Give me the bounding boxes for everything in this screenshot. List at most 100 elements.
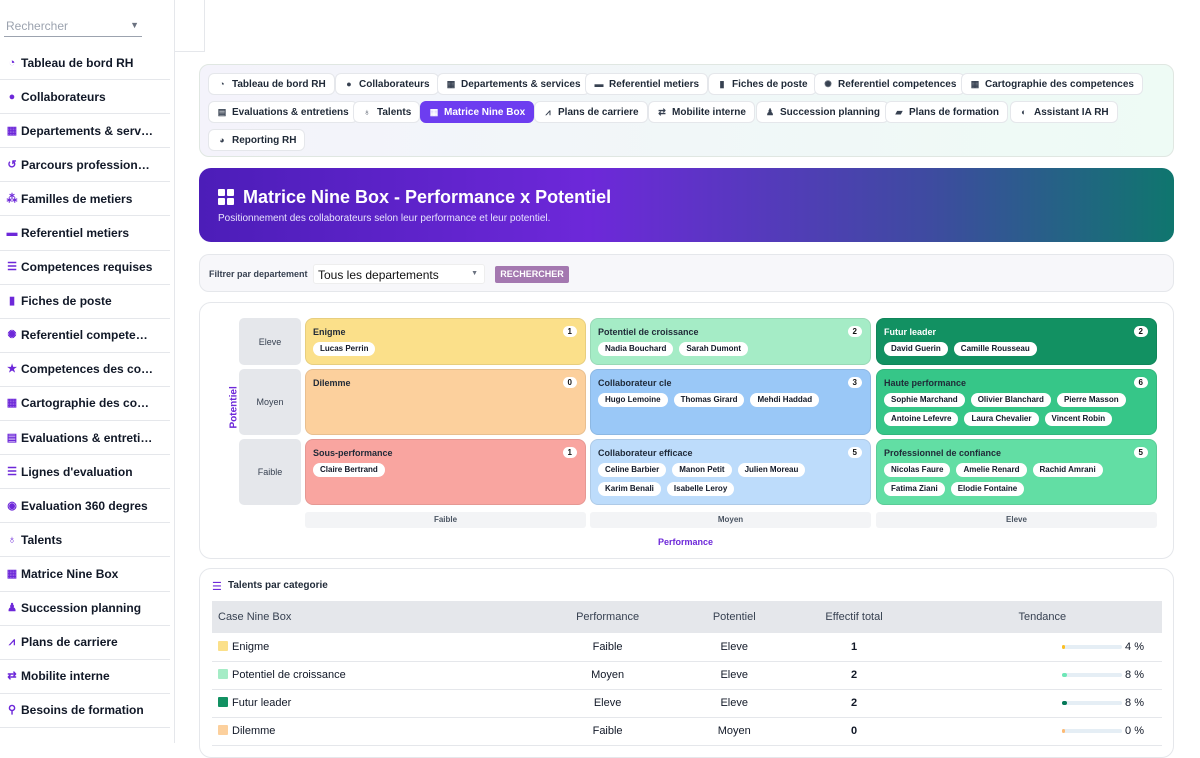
person-chip[interactable]: Rachid Amrani xyxy=(1032,463,1103,477)
award-icon: ♁ xyxy=(363,107,371,117)
sidebar-item-familles-de-metiers[interactable]: ⁂ Familles de metiers xyxy=(0,182,170,217)
tab-plans-de-carriere[interactable]: ⩘ Plans de carriere xyxy=(534,101,648,123)
person-chip[interactable]: Laura Chevalier xyxy=(964,412,1039,426)
sidebar-search-select[interactable]: Rechercher ▼ xyxy=(4,15,142,37)
person-chip[interactable]: Isabelle Leroy xyxy=(666,482,735,496)
grid-icon: ▦ xyxy=(970,79,980,89)
tab-tableau-de-bord-rh[interactable]: ◔ Tableau de bord RH xyxy=(208,73,335,95)
tab-reporting-rh[interactable]: ◕ Reporting RH xyxy=(208,129,306,151)
tab-label: Mobilite interne xyxy=(672,106,746,118)
tab-referentiel-competences[interactable]: ✺ Referentiel competences xyxy=(814,73,966,95)
person-chip[interactable]: Nicolas Faure xyxy=(884,463,951,477)
sidebar-item-cartographie-des-co[interactable]: ▦ Cartographie des co… xyxy=(0,387,170,422)
tab-referentiel-metiers[interactable]: ▬ Referentiel metiers xyxy=(585,73,709,95)
clipboard-icon: ▤ xyxy=(6,431,18,444)
person-chip[interactable]: Hugo Lemoine xyxy=(598,393,668,407)
sidebar-item-lignes-d-evaluation[interactable]: ☰ Lignes d'evaluation xyxy=(0,455,170,490)
nine-box-cell[interactable]: Collaborateur cle 3 Hugo Lemoine Thomas Gir… xyxy=(590,369,871,435)
cell-count-badge: 6 xyxy=(1133,377,1148,388)
person-chip[interactable]: Karim Benali xyxy=(598,482,661,496)
sidebar-item-mobilite-interne[interactable]: ⇄ Mobilite interne xyxy=(0,660,170,694)
column-header: Case Nine Box xyxy=(212,601,533,633)
person-chip[interactable]: Julien Moreau xyxy=(737,463,806,477)
tab-assistant-ia-rh[interactable]: ◐ Assistant IA RH xyxy=(1010,101,1118,123)
briefcase-icon: ▬ xyxy=(594,79,604,89)
column-header: Effectif total xyxy=(785,601,923,633)
arrows-icon: ⇄ xyxy=(7,670,17,683)
person-chip[interactable]: Olivier Blanchard xyxy=(970,393,1051,407)
person-chip[interactable]: Mehdi Haddad xyxy=(750,393,820,407)
tab-collaborateurs[interactable]: ● Collaborateurs xyxy=(335,73,439,95)
sidebar-item-succession-planning[interactable]: ♟ Succession planning xyxy=(0,592,170,626)
award-icon: ♁ xyxy=(7,533,17,546)
nine-box-cell[interactable]: Enigme 1 Lucas Perrin xyxy=(305,318,586,365)
sidebar-item-matrice-nine-box[interactable]: ▦ Matrice Nine Box xyxy=(0,557,170,592)
person-chip[interactable]: Vincent Robin xyxy=(1044,412,1113,426)
sidebar-item-referentiel-compete[interactable]: ✺ Referentiel compete… xyxy=(0,319,170,353)
nine-box-cell[interactable]: Potentiel de croissance 2 Nadia Bouchard Sa… xyxy=(590,318,871,365)
sidebar-item-competences-requises[interactable]: ☰ Competences requises xyxy=(0,251,170,285)
sidebar-item-besoins-de-formation[interactable]: ⚲ Besoins de formation xyxy=(0,694,170,728)
sidebar-item-parcours-profession[interactable]: ↺ Parcours profession… xyxy=(0,148,170,183)
nine-box-cell[interactable]: Haute performance 6 Sophie Marchand Olivier… xyxy=(876,369,1157,435)
person-chip[interactable]: Nadia Bouchard xyxy=(598,342,674,356)
sidebar-item-competences-des-co[interactable]: ★ Competences des co… xyxy=(0,353,170,387)
sidebar-item-referentiel-metiers[interactable]: ▬ Referentiel metiers xyxy=(0,216,170,251)
tab-mobilite-interne[interactable]: ⇄ Mobilite interne xyxy=(648,101,755,123)
tab-matrice-nine-box[interactable]: ▦ Matrice Nine Box xyxy=(420,101,535,123)
person-chip[interactable]: Antoine Lefevre xyxy=(884,412,959,426)
person-chip[interactable]: Fatima Ziani xyxy=(884,482,945,496)
tab-fiches-de-poste[interactable]: ▮ Fiches de poste xyxy=(708,73,817,95)
person-chip[interactable]: Manon Petit xyxy=(672,463,732,477)
sidebar-item-label: Fiches de poste xyxy=(21,294,112,309)
person-chip[interactable]: Claire Bertrand xyxy=(313,463,385,477)
sidebar-item-evaluations-entreti[interactable]: ▤ Evaluations & entreti… xyxy=(0,421,170,456)
tab-departements-services[interactable]: ▦ Departements & services xyxy=(437,73,590,95)
nine-box-cell[interactable]: Futur leader 2 David Guerin Camille Roussea… xyxy=(876,318,1157,365)
sidebar-item-evaluation-360-degres[interactable]: ◉ Evaluation 360 degres xyxy=(0,489,170,524)
tab-plans-de-formation[interactable]: ▰ Plans de formation xyxy=(885,101,1009,123)
nine-box-cell[interactable]: Sous-performance 1 Claire Bertrand xyxy=(305,439,586,505)
sidebar-item-departements-serv[interactable]: ▦ Departements & serv… xyxy=(0,114,170,149)
sidebar-item-tableau-de-bord-rh[interactable]: ◔ Tableau de bord RH xyxy=(0,46,170,81)
department-select[interactable]: Tous les departements ▼ xyxy=(313,264,485,284)
person-chip[interactable]: Amelie Renard xyxy=(956,463,1027,477)
person-chip[interactable]: Pierre Masson xyxy=(1056,393,1126,407)
sidebar-item-talents[interactable]: ♁ Talents xyxy=(0,523,170,558)
trend-cell: 8 % xyxy=(922,689,1162,718)
arrows-icon: ⇄ xyxy=(658,107,666,117)
person-chip[interactable]: Lucas Perrin xyxy=(313,342,376,356)
cell-count-badge: 1 xyxy=(562,326,577,337)
route-icon: ⩘ xyxy=(545,107,551,117)
tab-succession-planning[interactable]: ♟ Succession planning xyxy=(756,101,890,123)
tab-evaluations-entretiens[interactable]: ▤ Evaluations & entretiens xyxy=(208,101,358,123)
nine-box-cell[interactable]: Dilemme 0 xyxy=(305,369,586,435)
sidebar-item-collaborateurs[interactable]: ● Collaborateurs xyxy=(0,80,170,115)
person-chip[interactable]: David Guerin xyxy=(884,342,948,356)
nine-box-cell[interactable]: Professionnel de confiance 5 Nicolas Faure… xyxy=(876,439,1157,505)
sidebar-item-label: Evaluation 360 degres xyxy=(21,498,148,513)
trend-cell: 0 % xyxy=(922,717,1162,746)
sitemap-icon: ⁂ xyxy=(6,192,18,205)
tab-label: Succession planning xyxy=(780,106,881,118)
search-button[interactable]: RECHERCHER xyxy=(495,266,569,283)
person-chip[interactable]: Thomas Girard xyxy=(673,393,745,407)
person-chip[interactable]: Elodie Fontaine xyxy=(950,482,1025,496)
cell-count-badge: 5 xyxy=(1133,447,1148,458)
person-chip[interactable]: Camille Rousseau xyxy=(953,342,1037,356)
talents-table-card: ☰ Talents par categorie Case Nine Box Per… xyxy=(199,568,1174,758)
tab-cartographie-des-competences[interactable]: ▦ Cartographie des competences xyxy=(961,73,1143,95)
sidebar-item-fiches-de-poste[interactable]: ▮ Fiches de poste xyxy=(0,285,170,319)
person-chip[interactable]: Sophie Marchand xyxy=(884,393,965,407)
trend-bar xyxy=(1062,673,1123,677)
tab-talents[interactable]: ♁ Talents xyxy=(353,101,421,123)
cell-people: Claire Bertrand xyxy=(313,463,581,477)
cell-count-badge: 3 xyxy=(847,377,862,388)
tab-label: Plans de formation xyxy=(909,106,1000,118)
cell-people: Celine Barbier Manon Petit Julien Moreau Ka… xyxy=(598,463,866,496)
column-header: Performance xyxy=(532,601,683,633)
sidebar-item-plans-de-carriere[interactable]: ⩘ Plans de carriere xyxy=(0,626,170,660)
nine-box-cell[interactable]: Collaborateur efficace 5 Celine Barbier Man… xyxy=(590,439,871,505)
person-chip[interactable]: Celine Barbier xyxy=(598,463,667,477)
person-chip[interactable]: Sarah Dumont xyxy=(679,342,749,356)
